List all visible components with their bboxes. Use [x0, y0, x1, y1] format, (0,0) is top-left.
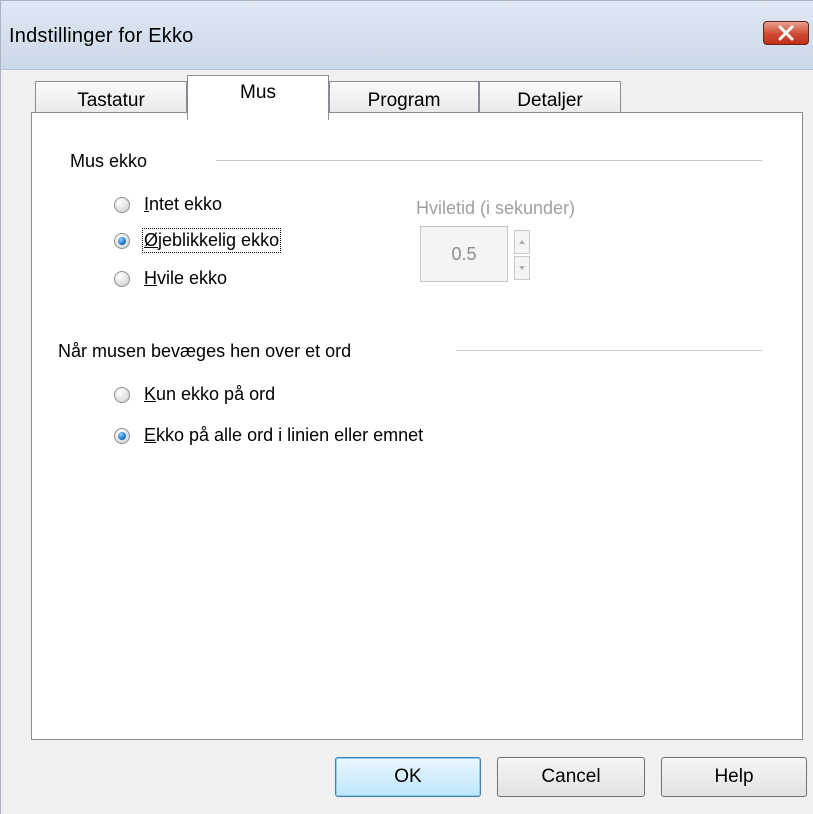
rest-echo-label-text: vile ekko: [157, 268, 228, 288]
all-words-radio[interactable]: [114, 428, 130, 444]
tab-mus[interactable]: Mus: [187, 75, 329, 120]
chevron-down-icon: [519, 266, 525, 270]
instant-echo-mnemonic: Ø: [144, 230, 159, 250]
rest-echo-label[interactable]: Hvile ekko: [144, 268, 227, 289]
close-icon: [778, 25, 794, 41]
rest-time-input[interactable]: 0.5: [420, 226, 508, 282]
chevron-up-icon: [519, 240, 525, 244]
close-button[interactable]: [763, 21, 809, 45]
rest-echo-mnemonic: H: [144, 268, 157, 288]
help-button[interactable]: Help: [661, 757, 807, 797]
mouse-echo-group-label: Mus ekko: [70, 151, 148, 171]
title-bar[interactable]: Indstillinger for Ekko: [1, 1, 813, 70]
no-echo-label[interactable]: Intet ekko: [144, 194, 222, 215]
all-words-label-text: kko på alle ord i linien eller emnet: [156, 425, 424, 445]
settings-dialog: Indstillinger for Ekko Tastatur Mus Prog…: [0, 0, 813, 814]
all-words-label[interactable]: Ekko på alle ord i linien eller emnet: [144, 425, 423, 446]
instant-echo-radio[interactable]: [114, 233, 130, 249]
tab-panel-mus: Mus ekko Intet ekko Øjeblikkelig ekko Hv…: [31, 112, 803, 740]
hover-word-group-label: Når musen bevæges hen over et ord: [58, 341, 352, 361]
rest-time-decrement-button[interactable]: [514, 256, 530, 280]
word-only-label-text: un ekko på ord: [156, 384, 276, 404]
instant-echo-label[interactable]: Øjeblikkelig ekko: [141, 228, 282, 253]
cancel-button[interactable]: Cancel: [497, 757, 645, 797]
ok-button[interactable]: OK: [335, 757, 481, 797]
instant-echo-label-text: jeblikkelig ekko: [158, 230, 280, 250]
mouse-echo-divider: [216, 160, 762, 161]
rest-time-increment-button[interactable]: [514, 230, 530, 254]
no-echo-label-text: ntet ekko: [149, 194, 223, 214]
word-only-radio[interactable]: [114, 387, 130, 403]
window-title: Indstillinger for Ekko: [9, 25, 194, 47]
rest-time-label: Hviletid (i sekunder): [416, 198, 576, 218]
word-only-mnemonic: K: [144, 384, 157, 404]
all-words-mnemonic: E: [144, 425, 157, 445]
no-echo-radio[interactable]: [114, 197, 130, 213]
hover-word-divider: [456, 350, 762, 351]
rest-echo-radio[interactable]: [114, 271, 130, 287]
word-only-label[interactable]: Kun ekko på ord: [144, 384, 275, 405]
